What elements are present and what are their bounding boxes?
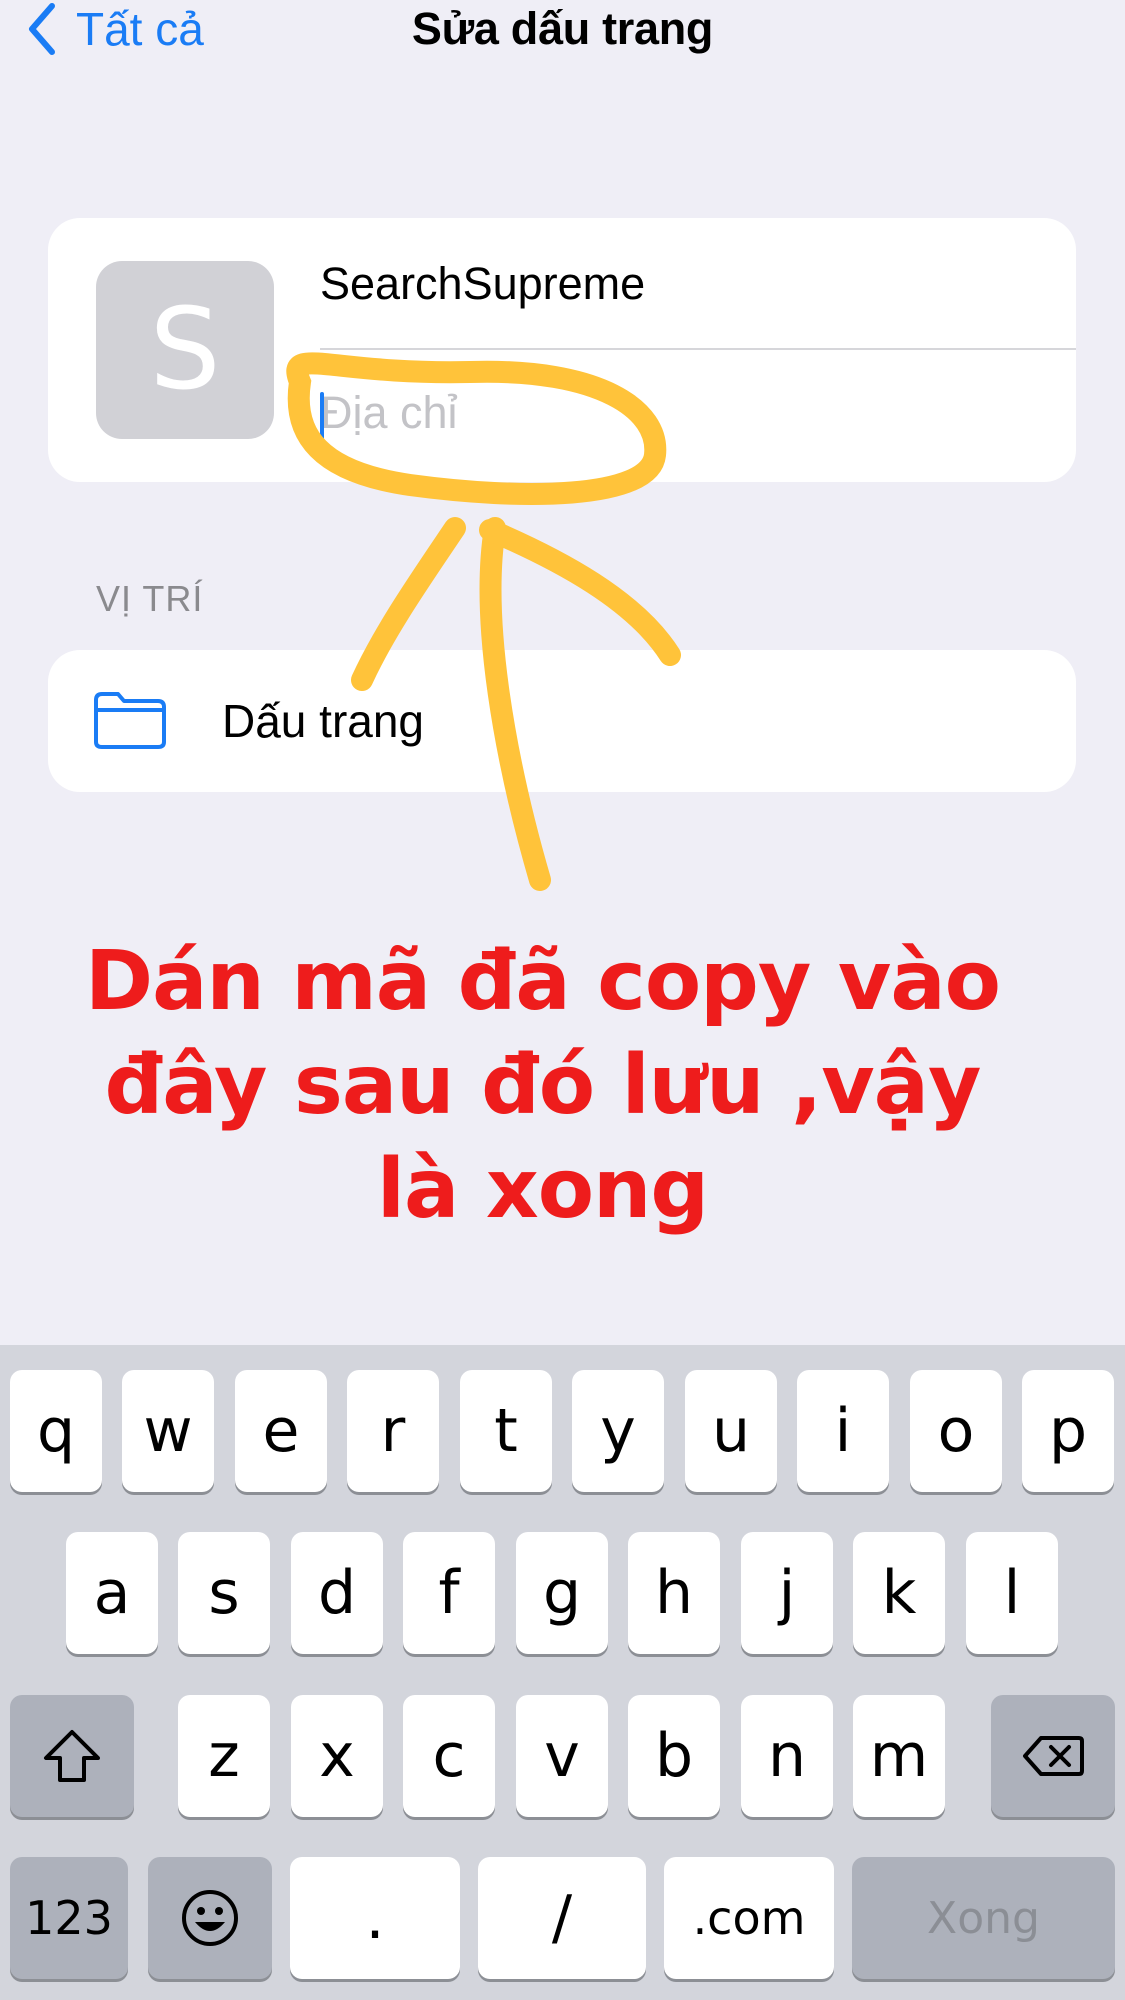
section-header-location: VỊ TRÍ [96, 578, 204, 619]
address-input[interactable]: Địa chỉ [320, 378, 1040, 448]
key-d[interactable]: d [291, 1532, 383, 1654]
favicon: S [96, 261, 274, 439]
page-title: Sửa dấu trang [411, 3, 714, 54]
key-w[interactable]: w [122, 1370, 214, 1492]
key-a[interactable]: a [66, 1532, 158, 1654]
key-dotcom[interactable]: .com [664, 1857, 834, 1979]
annotation-markup [286, 352, 681, 891]
key-slash[interactable]: / [478, 1857, 646, 1979]
key-r[interactable]: r [347, 1370, 439, 1492]
key-i[interactable]: i [797, 1370, 889, 1492]
key-dot[interactable]: . [290, 1857, 460, 1979]
delete-key[interactable] [991, 1695, 1115, 1817]
key-e[interactable]: e [235, 1370, 327, 1492]
key-k[interactable]: k [853, 1532, 945, 1654]
key-x[interactable]: x [291, 1695, 383, 1817]
shift-key[interactable] [10, 1695, 134, 1817]
emoji-key[interactable] [148, 1857, 272, 1979]
done-key[interactable]: Xong [852, 1857, 1115, 1979]
emoji-icon [182, 1890, 238, 1946]
title-input[interactable]: SearchSupreme [320, 254, 1040, 314]
key-p[interactable]: p [1022, 1370, 1114, 1492]
key-l[interactable]: l [966, 1532, 1058, 1654]
key-n[interactable]: n [741, 1695, 833, 1817]
annotation-arrow-right [479, 519, 681, 666]
key-g[interactable]: g [516, 1532, 608, 1654]
key-j[interactable]: j [741, 1532, 833, 1654]
shift-icon [44, 1730, 100, 1782]
key-m[interactable]: m [853, 1695, 945, 1817]
folder-icon [94, 692, 166, 749]
key-f[interactable]: f [403, 1532, 495, 1654]
key-s[interactable]: s [178, 1532, 270, 1654]
key-z[interactable]: z [178, 1695, 270, 1817]
key-y[interactable]: y [572, 1370, 664, 1492]
location-label: Dấu trang [222, 695, 425, 747]
annotation-text: Dán mã đã copy vào đây sau đó lưu ,vậy l… [85, 934, 1001, 1237]
keyboard: q w e r t y u i o p a s d f g h j k l z … [0, 1345, 1125, 2000]
delete-icon [1023, 1736, 1084, 1776]
key-o[interactable]: o [910, 1370, 1002, 1492]
key-b[interactable]: b [628, 1695, 720, 1817]
divider [320, 348, 1076, 350]
key-v[interactable]: v [516, 1695, 608, 1817]
key-c[interactable]: c [403, 1695, 495, 1817]
text-caret [320, 392, 324, 440]
bookmark-card: S SearchSupreme Địa chỉ [48, 218, 1076, 482]
location-row[interactable]: Dấu trang [48, 650, 1076, 792]
key-t[interactable]: t [460, 1370, 552, 1492]
numbers-key[interactable]: 123 [10, 1857, 128, 1979]
key-u[interactable]: u [685, 1370, 777, 1492]
key-h[interactable]: h [628, 1532, 720, 1654]
key-q[interactable]: q [10, 1370, 102, 1492]
